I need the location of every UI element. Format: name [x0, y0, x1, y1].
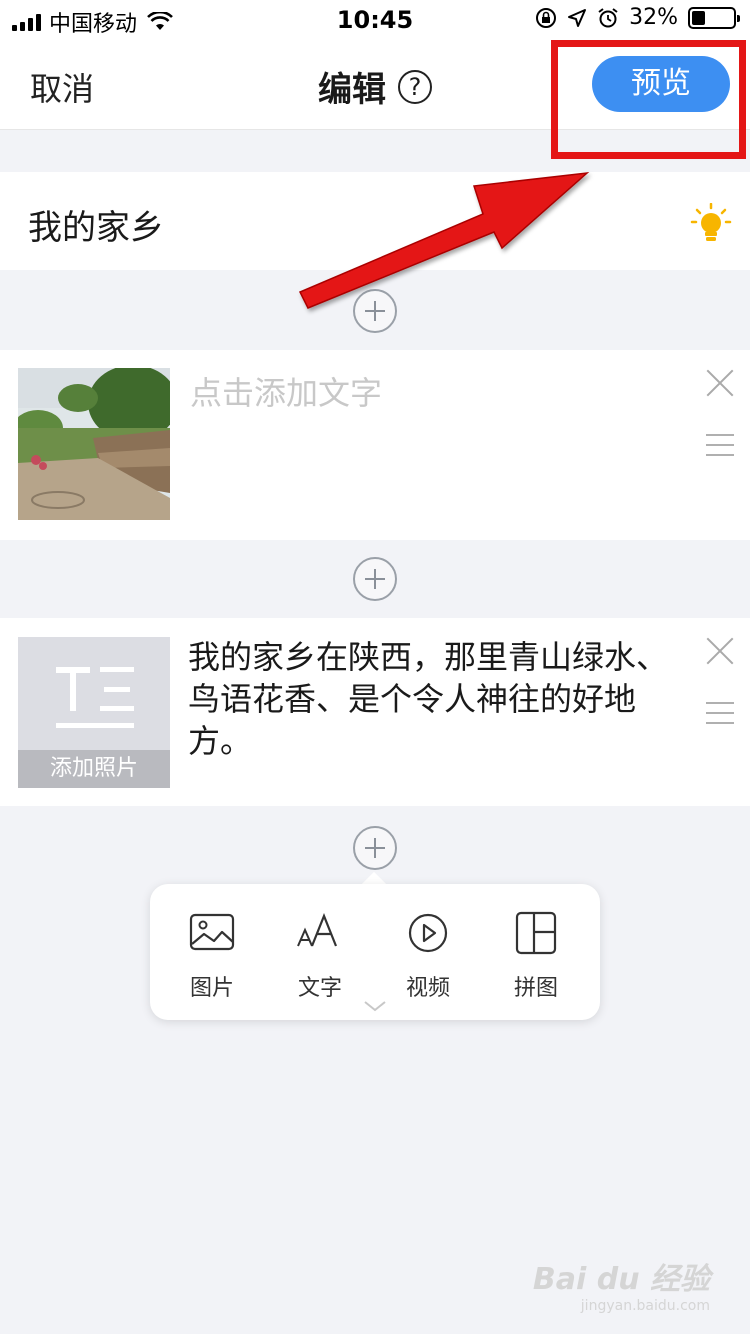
drag-handle-icon[interactable] [706, 702, 734, 724]
close-icon[interactable] [705, 636, 735, 666]
insert-collage-option[interactable]: 拼图 [491, 910, 581, 1002]
article-title-card[interactable]: 我的家乡 [0, 172, 750, 270]
help-icon[interactable]: ? [398, 69, 432, 104]
insert-image-label: 图片 [189, 976, 234, 1001]
photo-thumbnail[interactable] [18, 368, 170, 520]
insert-video-label: 视频 [405, 976, 450, 1001]
text-icon [297, 913, 338, 947]
drag-handle-icon[interactable] [706, 434, 734, 456]
insert-block-button[interactable] [353, 826, 397, 870]
block-text[interactable]: 我的家乡在陕西，那里青山绿水、鸟语花香、是个令人神往的好地方。 [188, 636, 688, 762]
insert-video-option[interactable]: 视频 [383, 910, 473, 1002]
insert-image-option[interactable]: 图片 [167, 910, 257, 1002]
battery-level [692, 10, 705, 25]
close-icon[interactable] [705, 368, 735, 398]
text-block: 添加照片 我的家乡在陕西，那里青山绿水、鸟语花香、是个令人神往的好地方。 [0, 618, 750, 806]
location-icon [568, 8, 587, 27]
alarm-icon [598, 7, 618, 27]
lightbulb-icon[interactable] [690, 203, 732, 243]
text-block-icon [56, 667, 134, 728]
watermark-logo: Bai du 经验 [532, 1262, 710, 1297]
watermark-url: jingyan.baidu.com [580, 1298, 710, 1314]
orientation-lock-icon [536, 7, 557, 28]
page-title: 编辑 [318, 70, 386, 110]
article-title[interactable]: 我的家乡 [28, 200, 164, 249]
insert-text-label: 文字 [297, 976, 342, 1001]
photo-block: 点击添加文字 [0, 350, 750, 540]
battery-icon [688, 6, 740, 29]
insert-block-button[interactable] [353, 557, 397, 601]
chevron-down-icon[interactable] [363, 1000, 387, 1012]
status-bar: 中国移动 10:45 32% [0, 0, 750, 40]
add-photo-button[interactable]: 添加照片 [18, 637, 170, 788]
collage-icon [515, 911, 557, 955]
status-right: 32% [535, 5, 740, 30]
insert-menu: 图片 文字 视频 拼图 [150, 884, 600, 1020]
add-photo-label: 添加照片 [18, 750, 170, 788]
insert-text-option[interactable]: 文字 [275, 910, 365, 1002]
image-icon [189, 913, 235, 951]
highlight-box [551, 40, 746, 159]
text-placeholder[interactable]: 点击添加文字 [190, 368, 382, 414]
insert-block-button[interactable] [353, 289, 397, 333]
watermark: Bai du 经验 jingyan.baidu.com [533, 1254, 710, 1314]
battery-percent: 32% [629, 5, 678, 30]
video-play-icon [408, 913, 448, 953]
insert-collage-label: 拼图 [513, 976, 558, 1001]
